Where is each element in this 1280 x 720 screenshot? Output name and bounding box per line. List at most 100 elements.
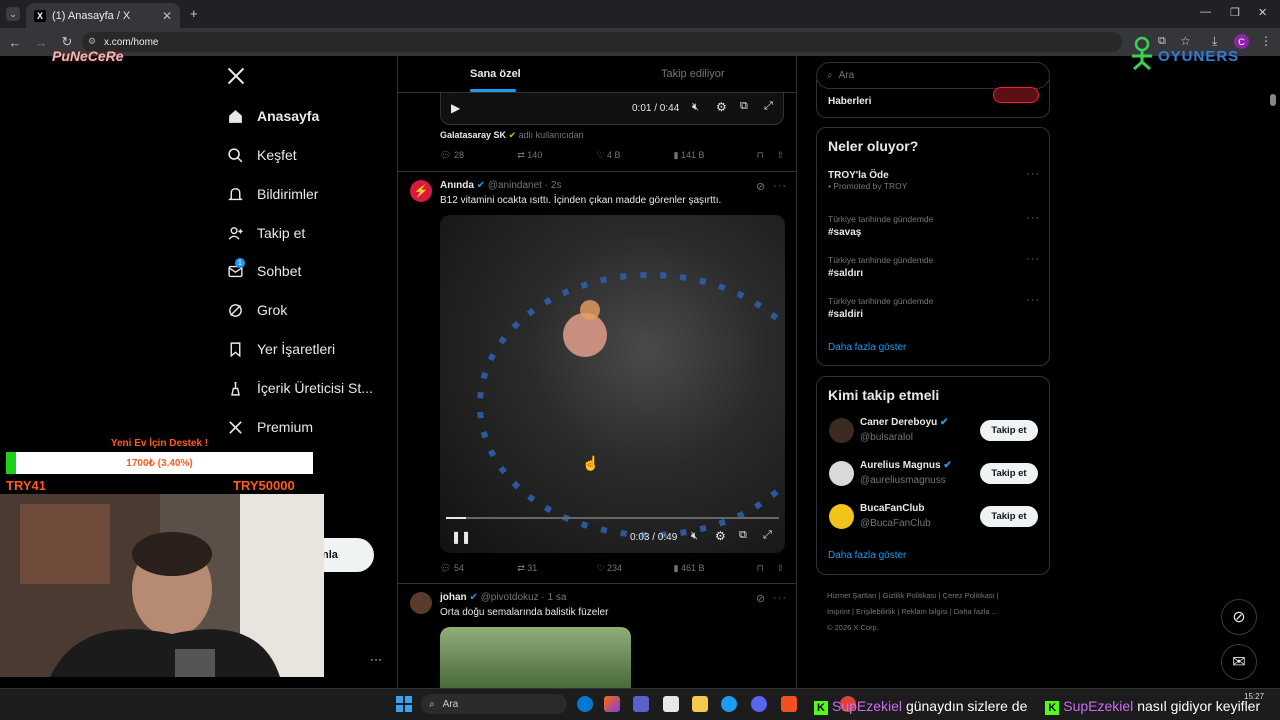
address-bar[interactable]: ⚙ x.com/home — [82, 32, 1122, 52]
more-icon[interactable]: ··· — [1026, 168, 1040, 180]
copilot-icon[interactable] — [604, 696, 620, 712]
follow-button[interactable]: Takip et — [980, 420, 1038, 441]
mic-app-icon[interactable] — [781, 696, 797, 712]
author-handle[interactable]: @pivotdokuz — [481, 592, 539, 603]
bookmark-icon[interactable]: ⊓ — [757, 150, 777, 161]
bookmark-icon[interactable]: ⊓ — [757, 563, 777, 574]
footer-link[interactable]: Erişilebilirlik — [856, 607, 895, 616]
avatar[interactable] — [829, 504, 854, 529]
footer-link[interactable]: Çerez Politikası — [943, 591, 995, 600]
new-tab-icon[interactable]: + — [190, 6, 198, 21]
minimize-icon[interactable]: — — [1200, 6, 1211, 18]
trend-item[interactable]: TROY'la Öde ▪ Promoted by TROY ··· — [828, 168, 1040, 191]
video-player[interactable]: ▶ 0:01 / 0:44 🔇︎ ⚙ ⧉ ⤢ — [440, 93, 784, 125]
tab-search-icon[interactable]: ⌄ — [6, 7, 20, 21]
edge-icon[interactable] — [721, 696, 737, 712]
views-button[interactable]: ▮ 141 B — [674, 150, 757, 161]
pip-icon[interactable]: ⧉ — [740, 100, 748, 113]
sidebar-item[interactable]: Bildirimler — [226, 179, 318, 209]
follow-button[interactable]: Takip et — [980, 463, 1038, 484]
footer-link[interactable]: Daha fazla ... — [954, 607, 998, 616]
restore-icon[interactable]: ❐ — [1230, 6, 1240, 19]
site-info-icon[interactable]: ⚙ — [88, 36, 96, 47]
bookmark-star-icon[interactable]: ☆ — [1180, 34, 1191, 48]
repost-button[interactable]: ⇄ 140 — [517, 150, 596, 161]
trend-item[interactable]: Türkiye tarihinde gündemde #savaş ··· — [828, 212, 1040, 238]
more-icon[interactable]: ··· — [1026, 212, 1040, 224]
teams-icon[interactable] — [633, 696, 649, 712]
scrollbar-thumb[interactable] — [1270, 94, 1276, 106]
settings-icon[interactable]: ⚙ — [715, 529, 726, 543]
share-icon[interactable]: ⇧ — [776, 150, 784, 161]
sidebar-item[interactable]: Yer İşaretleri — [226, 334, 335, 364]
fullscreen-icon[interactable]: ⤢ — [763, 529, 772, 542]
suggestion-name[interactable]: Caner Dereboyu ✔ — [860, 417, 948, 428]
browser-menu-icon[interactable]: ⋮ — [1260, 34, 1272, 48]
window-close-icon[interactable]: ✕ — [1258, 6, 1267, 19]
account-more-icon[interactable]: ··· — [370, 652, 382, 666]
author-handle[interactable]: @anindanet — [488, 180, 542, 191]
browser-tab[interactable]: X (1) Anasayfa / X ✕ — [26, 3, 180, 28]
sidebar-item[interactable]: Grok — [226, 295, 287, 325]
pip-icon[interactable]: ⧉ — [739, 529, 747, 542]
avatar[interactable]: ⚡ — [410, 180, 432, 202]
forward-icon[interactable]: → — [30, 31, 52, 53]
trend-item[interactable]: Türkiye tarihinde gündemde #saldiri ··· — [828, 294, 1040, 320]
download-icon[interactable]: ⤓ — [1212, 34, 1217, 49]
show-more-link[interactable]: Daha fazla göster — [828, 550, 906, 561]
reply-button[interactable]: 💬︎ 54 — [440, 563, 517, 574]
grok-icon[interactable]: ⊘ — [756, 180, 765, 193]
video-progress-track[interactable] — [446, 517, 779, 519]
post-image[interactable] — [440, 627, 631, 688]
suggestion-name[interactable]: BucaFanClub — [860, 503, 924, 514]
grok-floating-button[interactable]: ⊘ — [1221, 599, 1257, 635]
tab-close-icon[interactable]: ✕ — [162, 9, 172, 23]
grok-icon[interactable]: ⊘ — [756, 592, 765, 605]
author-name[interactable]: johan — [440, 592, 467, 603]
profile-avatar[interactable]: C — [1234, 34, 1249, 49]
trend-item[interactable]: Türkiye tarihinde gündemde #saldırı ··· — [828, 253, 1040, 279]
windows-start-icon[interactable] — [396, 696, 412, 712]
store-icon[interactable] — [663, 696, 679, 712]
video-player[interactable]: ❚❚ 0:03 / 0:49 🔇︎ ⚙ ⧉ ⤢ — [440, 215, 785, 553]
more-icon[interactable]: ··· — [773, 592, 787, 604]
discord-icon[interactable] — [751, 696, 767, 712]
avatar[interactable] — [829, 461, 854, 486]
back-icon[interactable]: ← — [4, 31, 26, 53]
share-icon[interactable]: ⇧ — [776, 563, 784, 574]
mute-icon[interactable]: 🔇︎ — [692, 101, 699, 114]
avatar[interactable] — [410, 592, 432, 614]
tab-for-you[interactable]: Sana özel — [470, 68, 521, 80]
footer-link[interactable]: Gizlilik Politikası — [883, 591, 937, 600]
sidebar-item[interactable]: Takip et — [226, 218, 305, 248]
post-time[interactable]: · 2s — [545, 180, 562, 191]
file-explorer-icon[interactable] — [692, 696, 708, 712]
avatar[interactable] — [829, 418, 854, 443]
like-button[interactable]: ♡ 234 — [596, 563, 673, 574]
author-name[interactable]: Anında — [440, 180, 474, 191]
repost-button[interactable]: ⇄ 31 — [517, 563, 596, 574]
more-icon[interactable]: ··· — [1026, 253, 1040, 265]
sidebar-item[interactable]: Keşfet — [226, 140, 297, 170]
post-time[interactable]: · 1 sa — [541, 592, 566, 603]
taskview-icon[interactable] — [577, 696, 593, 712]
messages-floating-button[interactable]: ✉ — [1221, 644, 1257, 680]
like-button[interactable]: ♡ 4 B — [596, 150, 673, 161]
fullscreen-icon[interactable]: ⤢ — [764, 100, 773, 113]
extension-icon[interactable]: ⧉ — [1158, 35, 1166, 48]
play-icon[interactable]: ▶ — [451, 101, 460, 115]
live-badge[interactable] — [993, 87, 1039, 103]
x-logo-icon[interactable] — [226, 66, 246, 91]
sidebar-item[interactable]: Anasayfa — [226, 101, 319, 131]
suggestion-name[interactable]: Aurelius Magnus ✔ — [860, 460, 952, 471]
footer-link[interactable]: Reklam bilgisi — [901, 607, 947, 616]
sidebar-item[interactable]: İçerik Üreticisi St... — [226, 373, 373, 403]
footer-link[interactable]: Imprint — [827, 607, 850, 616]
mute-icon[interactable]: 🔇︎ — [691, 530, 698, 543]
follow-button[interactable]: Takip et — [980, 506, 1038, 527]
views-button[interactable]: ▮ 461 B — [674, 563, 757, 574]
pause-icon[interactable]: ❚❚ — [451, 530, 471, 544]
reply-button[interactable]: 💬︎ 28 — [440, 150, 517, 161]
footer-link[interactable]: Hizmet Şartları — [827, 591, 877, 600]
more-icon[interactable]: ··· — [1026, 294, 1040, 306]
